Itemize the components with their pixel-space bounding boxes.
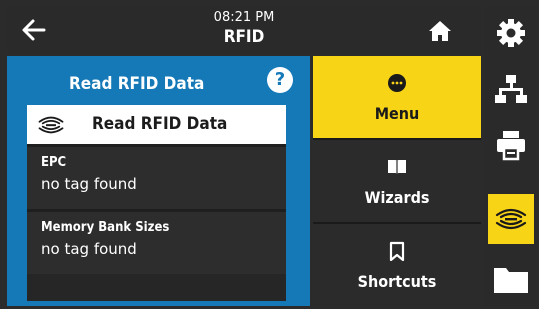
memory-bank-sizes-label: Memory Bank Sizes — [41, 220, 170, 235]
read-rfid-panel: Read RFID Data ? Read RFID Data EPC no t… — [7, 56, 310, 306]
wizards-button[interactable]: Wizards — [313, 140, 481, 222]
shortcuts-label: Shortcuts — [357, 272, 437, 291]
files-sidebar-button[interactable] — [488, 254, 534, 304]
page-title: RFID — [223, 27, 265, 47]
right-sidebar — [484, 6, 536, 306]
folder-icon — [494, 268, 528, 293]
read-rfid-data-button[interactable]: Read RFID Data — [27, 105, 286, 144]
clock-time: 08:21 PM — [213, 10, 275, 25]
printer-icon — [497, 131, 525, 161]
list-item-epc: EPC no tag found — [27, 144, 286, 209]
list-item-memory-bank-sizes: Memory Bank Sizes no tag found — [27, 209, 286, 274]
network-sidebar-button[interactable] — [488, 64, 534, 114]
menu-dots-icon — [388, 74, 406, 92]
help-icon[interactable]: ? — [267, 67, 293, 93]
epc-label: EPC — [41, 155, 67, 170]
bookmark-icon — [389, 241, 405, 261]
memory-bank-sizes-value: no tag found — [41, 240, 137, 258]
main-menu: Menu Wizards Shortcuts — [313, 56, 481, 306]
screen: 08:21 PM RFID Read RFID Data ? Read RFID… — [0, 0, 539, 309]
wizards-label: Wizards — [364, 188, 430, 207]
gear-icon — [497, 19, 525, 47]
epc-value: no tag found — [41, 175, 137, 193]
shortcuts-button[interactable]: Shortcuts — [313, 224, 481, 306]
menu-label: Menu — [374, 104, 420, 123]
network-icon — [495, 75, 527, 103]
home-icon[interactable] — [427, 18, 453, 44]
panel-title: Read RFID Data — [69, 74, 205, 94]
settings-sidebar-button[interactable] — [488, 8, 534, 58]
rfid-icon — [38, 116, 64, 134]
book-icon — [388, 160, 406, 175]
rfid-data-list: EPC no tag found Memory Bank Sizes no ta… — [27, 144, 286, 301]
menu-button[interactable]: Menu — [313, 56, 481, 138]
read-rfid-data-label: Read RFID Data — [92, 114, 228, 134]
rfid-icon — [495, 208, 527, 230]
rfid-sidebar-button[interactable] — [488, 194, 534, 244]
print-sidebar-button[interactable] — [488, 120, 534, 170]
top-bar: 08:21 PM RFID — [7, 6, 481, 54]
